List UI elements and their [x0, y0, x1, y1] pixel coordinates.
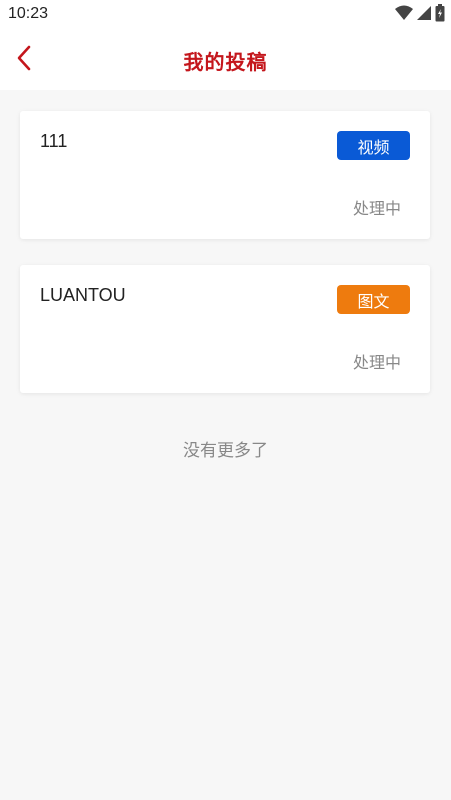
submission-card[interactable]: 111 视频 处理中	[20, 111, 430, 239]
submission-title: LUANTOU	[40, 285, 126, 305]
signal-icon	[417, 5, 431, 25]
submission-status: 处理中	[352, 199, 401, 218]
battery-icon	[435, 4, 445, 26]
list-end-text: 没有更多了	[183, 441, 268, 461]
submission-card[interactable]: LUANTOU 图文 处理中	[20, 265, 430, 393]
type-tag-article: 图文	[337, 285, 410, 314]
wifi-icon	[395, 5, 413, 25]
submission-title: 111	[40, 131, 68, 151]
submission-list: 111 视频 处理中 LUANTOU 图文 处理中 没有更多了	[0, 90, 451, 800]
page-title: 我的投稿	[183, 50, 268, 74]
submission-status: 处理中	[352, 353, 401, 372]
app-header: 我的投稿	[0, 30, 451, 90]
status-bar: 10:23	[0, 0, 451, 30]
type-tag-video: 视频	[337, 131, 410, 160]
status-time: 10:23	[8, 5, 49, 22]
status-icons	[395, 4, 445, 26]
